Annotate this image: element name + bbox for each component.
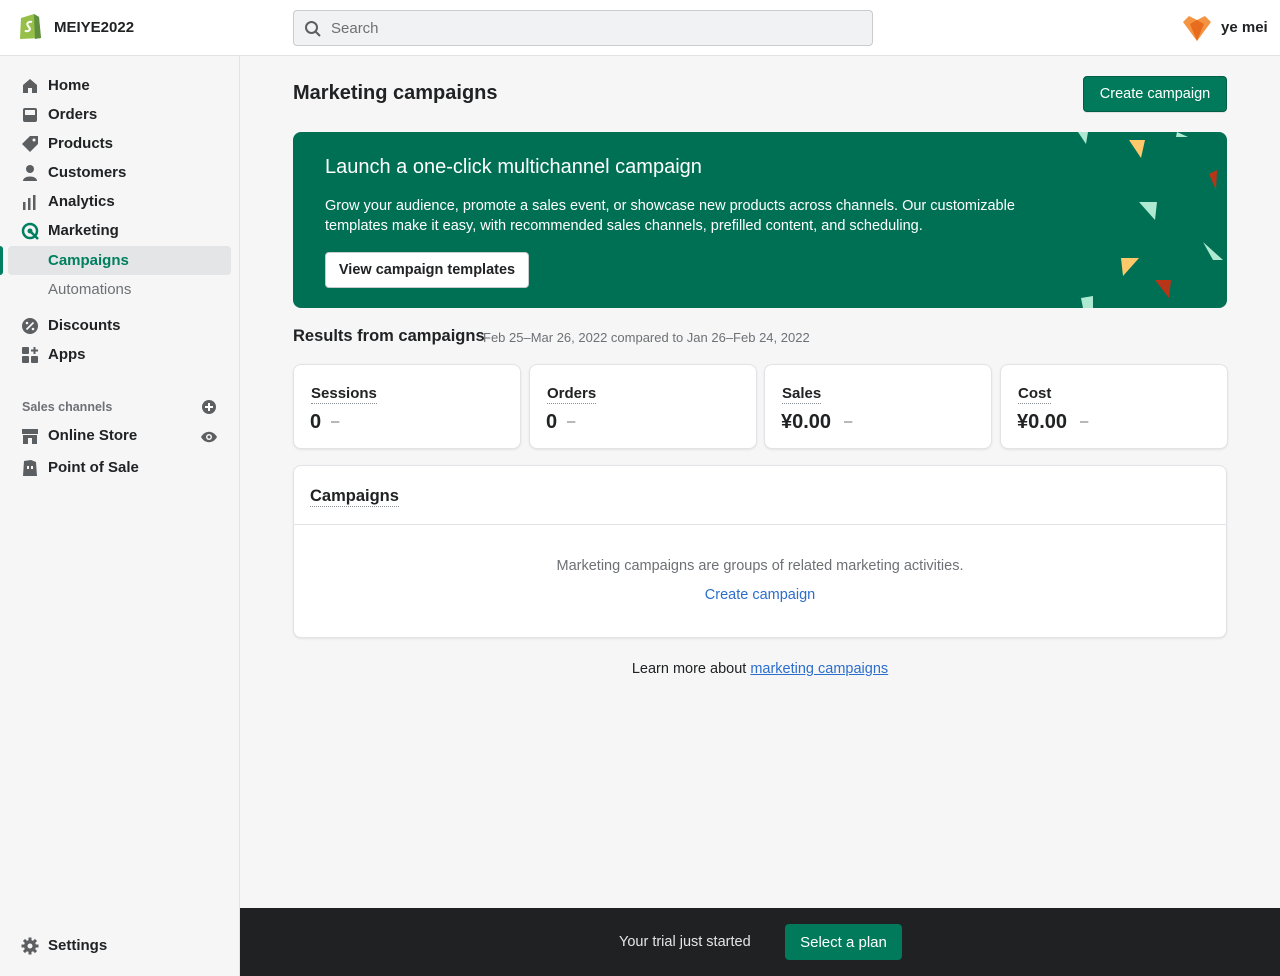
banner-text: Grow your audience, promote a sales even… (325, 198, 1015, 234)
metric-value: ¥0.00 (781, 411, 832, 433)
sidebar-item-analytics[interactable]: Analytics (0, 187, 239, 216)
results-date-range[interactable]: Feb 25–Mar 26, 2022 compared to Jan 26–F… (483, 330, 810, 345)
sidebar-item-label: Analytics (48, 193, 115, 210)
active-indicator (0, 246, 3, 275)
sidebar-item-home[interactable]: Home (0, 71, 239, 100)
trial-bar: Your trial just started Select a plan (240, 908, 1280, 976)
person-icon (23, 165, 37, 181)
sidebar-item-apps[interactable]: Apps (0, 340, 239, 369)
metric-card-orders: Orders 0 – (529, 364, 757, 449)
sidebar-item-label: Apps (48, 346, 86, 363)
sidebar-item-label: Marketing (48, 222, 119, 239)
metric-change: – (844, 413, 853, 430)
sidebar-item-products[interactable]: Products (0, 129, 239, 158)
shopify-logo-icon[interactable] (18, 12, 42, 40)
empty-state-text: Marketing campaigns are groups of relate… (556, 558, 964, 574)
sidebar-item-automations[interactable]: Automations (0, 275, 239, 304)
sidebar-item-marketing[interactable]: Marketing (0, 216, 239, 245)
sidebar-item-label: Orders (48, 106, 98, 123)
metric-change: – (331, 413, 340, 430)
user-name[interactable]: ye mei (1221, 19, 1268, 36)
banner-title: Launch a one-click multichannel campaign (325, 156, 702, 178)
sidebar-item-label: Settings (48, 937, 108, 954)
top-bar: MEIYE2022 Search ye mei (0, 0, 1280, 56)
metric-value: 0 (310, 411, 322, 433)
learn-more-footer: Learn more about marketing campaigns (293, 661, 1227, 677)
sidebar-item-label: Discounts (48, 317, 121, 334)
campaigns-card-title[interactable]: Campaigns (310, 486, 399, 507)
sales-channels-heading: Sales channels (22, 400, 113, 414)
sidebar-item-discounts[interactable]: Discounts (0, 311, 239, 340)
sidebar-item-label: Online Store (48, 427, 138, 444)
home-icon (23, 79, 37, 93)
metric-label[interactable]: Orders (547, 385, 597, 404)
metric-card-sales: Sales ¥0.00 – (764, 364, 992, 449)
sidebar-item-label: Home (48, 77, 90, 94)
sidebar-item-settings[interactable]: Settings (0, 931, 239, 960)
create-campaign-button[interactable]: Create campaign (1083, 76, 1227, 112)
pos-icon (23, 460, 37, 476)
select-plan-button[interactable]: Select a plan (785, 924, 902, 960)
page-title: Marketing campaigns (293, 82, 498, 104)
target-icon (21, 222, 39, 240)
create-campaign-link: Create campaign (294, 587, 1226, 603)
view-templates-button[interactable]: View campaign templates (325, 252, 529, 288)
sidebar-item-label: Campaigns (48, 252, 129, 269)
metric-change: – (567, 413, 576, 430)
metric-value: 0 (546, 411, 558, 433)
sidebar-item-label: Customers (48, 164, 127, 181)
sidebar-item-point-of-sale[interactable]: Point of Sale (0, 453, 239, 482)
sidebar: Home Orders Products Customers Analytics… (0, 56, 240, 976)
results-title: Results from campaigns (293, 327, 485, 345)
create-campaign-link-text[interactable]: Create campaign (705, 587, 815, 603)
trial-text: Your trial just started (619, 934, 751, 950)
marketing-campaigns-link[interactable]: marketing campaigns (750, 661, 888, 677)
tag-icon (22, 136, 38, 152)
search-input[interactable]: Search (293, 10, 873, 46)
search-placeholder: Search (331, 20, 379, 37)
sidebar-item-orders[interactable]: Orders (0, 100, 239, 129)
store-icon (22, 429, 38, 444)
store-name[interactable]: MEIYE2022 (54, 19, 134, 36)
inbox-icon (23, 108, 37, 122)
apps-icon (22, 347, 38, 363)
sidebar-item-label: Point of Sale (48, 459, 139, 476)
search-icon (305, 21, 321, 37)
sidebar-item-label: Products (48, 135, 114, 152)
metric-label[interactable]: Sessions (311, 385, 377, 404)
metric-label[interactable]: Sales (782, 385, 822, 404)
learn-more-prefix: Learn more about (631, 661, 751, 677)
metric-card-sessions: Sessions 0 – (293, 364, 521, 449)
metric-change: – (1080, 413, 1089, 430)
sidebar-item-campaigns[interactable]: Campaigns (0, 246, 231, 275)
confetti-decoration-icon (1078, 132, 1223, 308)
sidebar-item-label: Automations (48, 281, 132, 298)
avatar[interactable] (1181, 14, 1213, 42)
sidebar-item-customers[interactable]: Customers (0, 158, 239, 187)
eye-icon[interactable] (200, 430, 218, 444)
divider (294, 524, 1226, 525)
campaigns-card: Campaigns Marketing campaigns are groups… (293, 465, 1227, 638)
campaign-banner: Launch a one-click multichannel campaign… (293, 132, 1227, 308)
metric-label[interactable]: Cost (1018, 385, 1052, 404)
metric-value: ¥0.00 (1017, 411, 1068, 433)
discount-icon (22, 318, 38, 334)
gear-icon (21, 937, 39, 955)
bar-chart-icon (23, 195, 36, 210)
metric-card-cost: Cost ¥0.00 – (1000, 364, 1228, 449)
add-circle-icon[interactable] (201, 399, 217, 415)
